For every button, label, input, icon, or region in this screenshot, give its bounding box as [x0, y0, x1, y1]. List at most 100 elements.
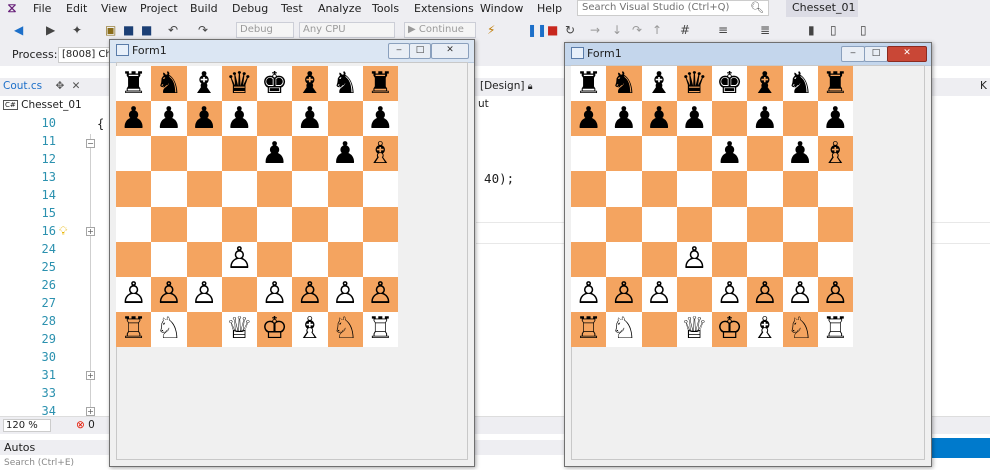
- white-queen-icon[interactable]: ♕: [226, 314, 253, 344]
- board-square[interactable]: [186, 171, 222, 207]
- board-square[interactable]: ♟: [641, 101, 677, 137]
- solution-config-select[interactable]: Debug: [236, 22, 294, 38]
- board-square[interactable]: ♕: [221, 311, 257, 347]
- step-over-icon[interactable]: ↷: [632, 23, 642, 37]
- board-square[interactable]: ♜: [817, 66, 853, 102]
- white-knight-icon[interactable]: ♘: [155, 314, 182, 344]
- board-square[interactable]: ♙: [782, 276, 818, 312]
- black-knight-icon[interactable]: ♞: [155, 68, 182, 99]
- board-square[interactable]: [257, 171, 293, 207]
- tab-cout[interactable]: Cout.cs ✥ ✕ Fo: [0, 78, 91, 109]
- board-square[interactable]: ♟: [257, 136, 293, 172]
- board-square[interactable]: ♝: [186, 66, 222, 102]
- board-square[interactable]: [747, 241, 783, 277]
- board-square[interactable]: [606, 241, 642, 277]
- board-square[interactable]: [571, 171, 607, 207]
- board-square[interactable]: [782, 241, 818, 277]
- black-pawn-icon[interactable]: ♟: [716, 138, 743, 169]
- threads-icon[interactable]: ≡: [718, 23, 728, 37]
- white-pawn-icon[interactable]: ♙: [367, 279, 394, 309]
- minimize-button[interactable]: ‒: [841, 46, 865, 62]
- board-square[interactable]: [116, 241, 152, 277]
- form-title-bar[interactable]: Form1 ‒ □ ✕: [565, 43, 931, 66]
- white-pawn-icon[interactable]: ♙: [822, 279, 849, 309]
- board-square[interactable]: ♙: [186, 276, 222, 312]
- black-queen-icon[interactable]: ♛: [681, 68, 708, 99]
- maximize-button[interactable]: □: [864, 46, 888, 62]
- step-into-icon[interactable]: ↓: [612, 23, 622, 37]
- board-square[interactable]: [221, 171, 257, 207]
- black-knight-icon[interactable]: ♞: [332, 68, 359, 99]
- black-pawn-icon[interactable]: ♟: [120, 103, 147, 134]
- board-square[interactable]: [676, 136, 712, 172]
- board-square[interactable]: ♟: [747, 101, 783, 137]
- black-rook-icon[interactable]: ♜: [120, 68, 147, 99]
- board-square[interactable]: ♝: [641, 66, 677, 102]
- white-pawn-icon[interactable]: ♙: [261, 279, 288, 309]
- menu-file[interactable]: File: [33, 1, 51, 16]
- board-square[interactable]: ♗: [747, 311, 783, 347]
- board-square[interactable]: ♔: [257, 311, 293, 347]
- board-square[interactable]: [221, 206, 257, 242]
- black-rook-icon[interactable]: ♜: [367, 68, 394, 99]
- board-square[interactable]: ♟: [151, 101, 187, 137]
- hot-reload-icon[interactable]: ⚡: [487, 23, 495, 37]
- board-square[interactable]: [116, 171, 152, 207]
- board-square[interactable]: [606, 206, 642, 242]
- board-square[interactable]: ♙: [712, 276, 748, 312]
- board-square[interactable]: [257, 206, 293, 242]
- menu-analyze[interactable]: Analyze: [318, 1, 361, 16]
- close-button[interactable]: ✕: [887, 46, 927, 62]
- black-queen-icon[interactable]: ♛: [226, 68, 253, 99]
- black-pawn-icon[interactable]: ♟: [296, 103, 323, 134]
- board-square[interactable]: [747, 171, 783, 207]
- undo-icon[interactable]: ↶: [168, 23, 178, 37]
- board-square[interactable]: ♟: [186, 101, 222, 137]
- white-pawn-icon[interactable]: ♙: [646, 279, 673, 309]
- black-pawn-icon[interactable]: ♟: [751, 103, 778, 134]
- board-square[interactable]: [151, 171, 187, 207]
- save-icon[interactable]: ■: [123, 23, 134, 37]
- comment-icon[interactable]: ≣: [760, 23, 770, 37]
- board-square[interactable]: ♙: [327, 276, 363, 312]
- board-square[interactable]: [186, 241, 222, 277]
- board-square[interactable]: ♟: [817, 101, 853, 137]
- white-bishop-icon[interactable]: ♗: [751, 314, 778, 344]
- black-bishop-icon[interactable]: ♝: [191, 68, 218, 99]
- pause-icon[interactable]: ❚❚: [527, 23, 547, 37]
- menu-view[interactable]: View: [101, 1, 127, 16]
- black-bishop-icon[interactable]: ♝: [646, 68, 673, 99]
- board-square[interactable]: ♜: [116, 66, 152, 102]
- white-pawn-icon[interactable]: ♙: [191, 279, 218, 309]
- white-king-icon[interactable]: ♔: [261, 314, 288, 344]
- show-next-statement-icon[interactable]: →: [590, 23, 600, 37]
- board-square[interactable]: ♟: [712, 136, 748, 172]
- board-square[interactable]: [641, 241, 677, 277]
- board-square[interactable]: [641, 206, 677, 242]
- board-square[interactable]: ♙: [116, 276, 152, 312]
- board-square[interactable]: [151, 241, 187, 277]
- white-bishop-icon[interactable]: ♗: [367, 138, 394, 169]
- white-pawn-icon[interactable]: ♙: [155, 279, 182, 309]
- board-square[interactable]: ♞: [782, 66, 818, 102]
- pin-icon[interactable]: ✥: [55, 80, 64, 92]
- board-square[interactable]: ♙: [747, 276, 783, 312]
- board-square[interactable]: [186, 206, 222, 242]
- restart-icon[interactable]: ↻: [565, 23, 575, 37]
- step-out-icon[interactable]: ↑: [652, 23, 662, 37]
- board-square[interactable]: [186, 136, 222, 172]
- bookmark-prev-icon[interactable]: ▯: [830, 23, 837, 37]
- black-pawn-icon[interactable]: ♟: [261, 138, 288, 169]
- save-all-icon[interactable]: ■: [141, 23, 152, 37]
- menu-build[interactable]: Build: [190, 1, 218, 16]
- board-square[interactable]: ♟: [782, 136, 818, 172]
- board-square[interactable]: [641, 311, 677, 347]
- collapse-toggle[interactable]: −: [86, 139, 95, 148]
- white-pawn-icon[interactable]: ♙: [716, 279, 743, 309]
- menu-project[interactable]: Project: [140, 1, 178, 16]
- board-square[interactable]: ♚: [712, 66, 748, 102]
- board-square[interactable]: ♛: [221, 66, 257, 102]
- lightbulb-icon[interactable]: 💡︎: [59, 224, 67, 239]
- expand-toggle[interactable]: +: [86, 407, 95, 416]
- menu-debug[interactable]: Debug: [232, 1, 268, 16]
